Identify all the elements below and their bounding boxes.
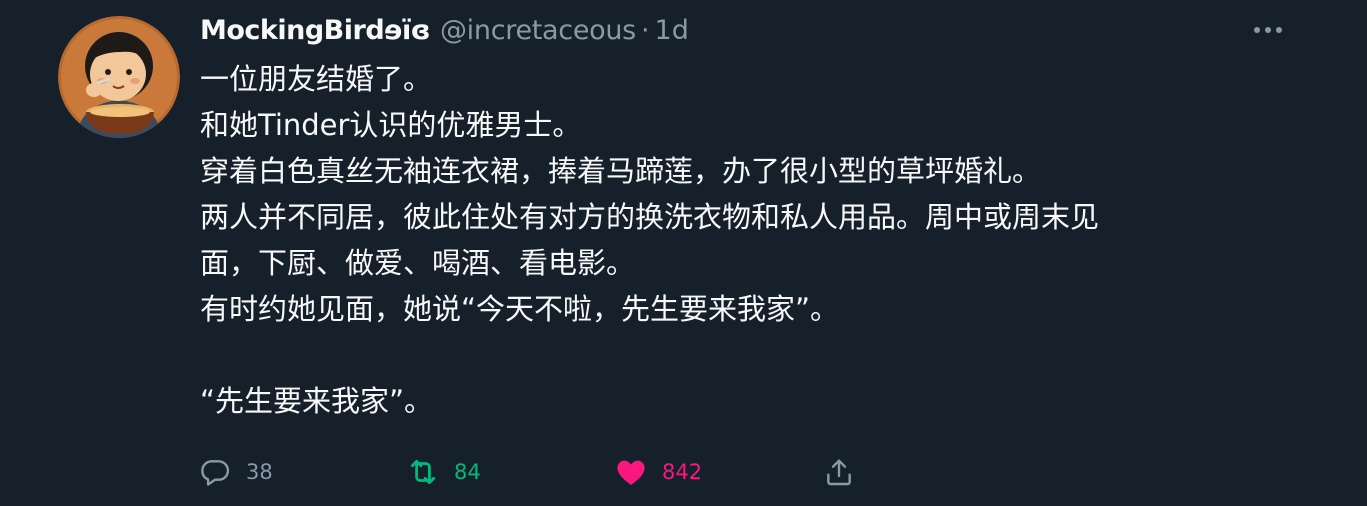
more-options-button[interactable] bbox=[1250, 16, 1286, 44]
tweet-text-line: 穿着白色真丝无袖连衣裙，捧着马蹄莲，办了很小型的草坪婚礼。 bbox=[200, 154, 1042, 188]
reply-count: 38 bbox=[246, 460, 273, 484]
tweet-text-line: 两人并不同居，彼此住处有对方的换洗衣物和私人用品。周中或周末见 bbox=[200, 200, 1100, 234]
tweet-text-line: “先生要来我家”。 bbox=[200, 384, 434, 418]
more-horizontal-icon bbox=[1254, 27, 1282, 33]
user-handle[interactable]: @incretaceous bbox=[440, 15, 636, 46]
tweet: MockingBirdɘïɞ @incretaceous · 1d 一位朋友结婚… bbox=[0, 0, 1367, 506]
like-button[interactable]: 842 bbox=[614, 452, 702, 492]
tweet-text-line: 有时约她见面，她说“今天不啦，先生要来我家”。 bbox=[200, 292, 840, 326]
heart-filled-icon bbox=[614, 455, 648, 489]
tweet-text: 一位朋友结婚了。 和她Tinder认识的优雅男士。 穿着白色真丝无袖连衣裙，捧着… bbox=[200, 56, 1280, 424]
timestamp[interactable]: 1d bbox=[655, 15, 689, 46]
retweet-count: 84 bbox=[454, 460, 481, 484]
retweet-button[interactable]: 84 bbox=[406, 452, 481, 492]
tweet-text-line: 一位朋友结婚了。 bbox=[200, 62, 433, 96]
share-button[interactable] bbox=[822, 452, 856, 492]
tweet-text-line: 面，下厨、做爱、喝酒、看电影。 bbox=[200, 246, 636, 280]
retweet-icon bbox=[406, 455, 440, 489]
header-separator: · bbox=[640, 14, 650, 46]
tweet-text-line: 和她Tinder认识的优雅男士。 bbox=[200, 108, 582, 142]
reply-button[interactable]: 38 bbox=[198, 452, 273, 492]
share-upload-icon bbox=[822, 455, 856, 489]
reply-bubble-icon bbox=[198, 455, 232, 489]
like-count: 842 bbox=[662, 460, 703, 484]
tweet-header: MockingBirdɘïɞ @incretaceous · 1d bbox=[200, 10, 689, 50]
avatar[interactable] bbox=[58, 16, 180, 138]
avatar-image bbox=[58, 16, 180, 138]
tweet-actions: 38 84 842 bbox=[0, 452, 1367, 492]
display-name[interactable]: MockingBirdɘïɞ bbox=[200, 15, 430, 46]
